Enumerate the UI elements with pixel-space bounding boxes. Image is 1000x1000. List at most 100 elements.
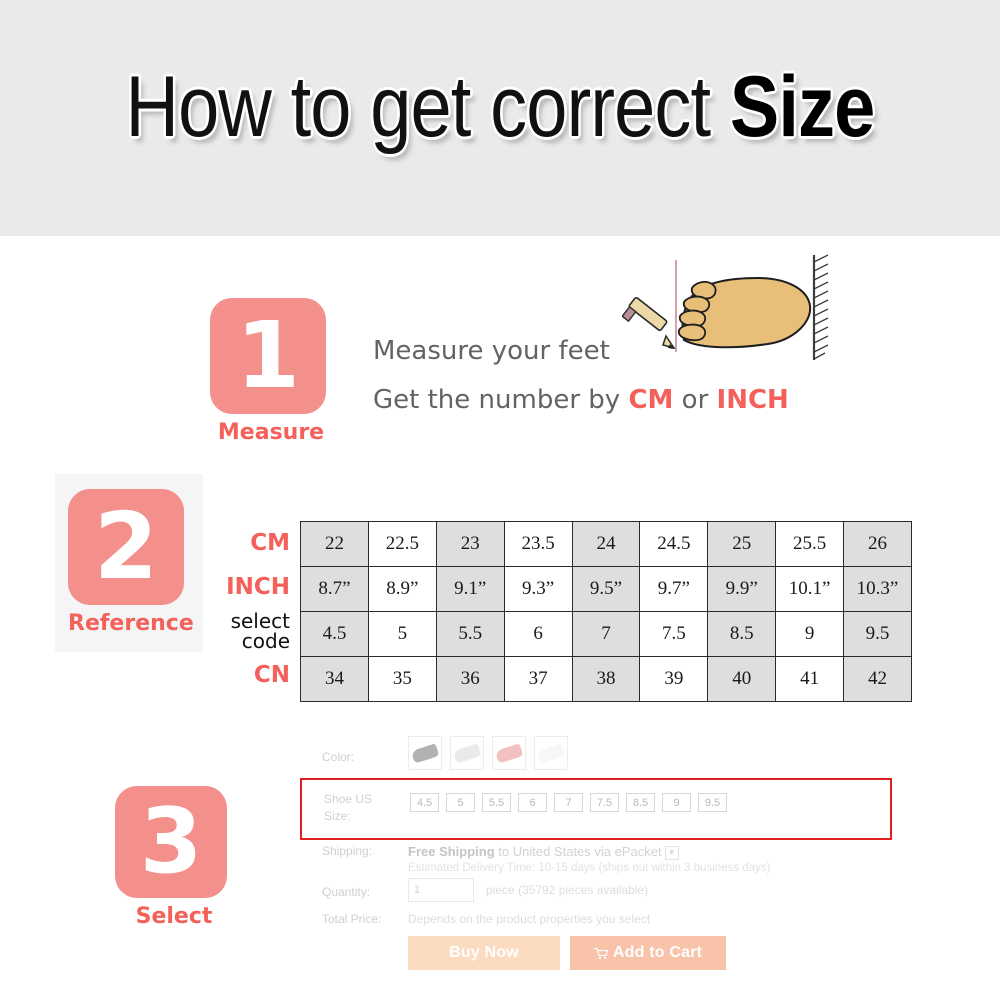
table-cell: 10.1” xyxy=(775,566,844,612)
shoe-size-option[interactable]: 5 xyxy=(446,793,475,812)
table-cell: 7.5 xyxy=(639,611,709,657)
quantity-input[interactable]: 1 xyxy=(408,878,474,902)
color-row: Color: xyxy=(300,736,912,778)
table-cell: 9.9” xyxy=(707,566,777,612)
table-cell: 8.5 xyxy=(707,611,777,657)
color-swatch[interactable] xyxy=(408,736,442,770)
step-3-badge: 3 Select xyxy=(115,786,233,929)
color-swatch[interactable] xyxy=(492,736,526,770)
chevron-down-icon[interactable]: ▼ xyxy=(664,845,679,860)
table-cell: 10.3” xyxy=(843,566,912,612)
step-2-number: 2 xyxy=(68,489,184,605)
cart-icon xyxy=(593,947,609,959)
total-price-value: Depends on the product properties you se… xyxy=(408,912,651,926)
quantity-row: Quantity: 1 piece (35792 pieces availabl… xyxy=(300,878,912,910)
buy-now-button[interactable]: Buy Now xyxy=(408,936,560,970)
color-label: Color: xyxy=(322,750,355,764)
row-label-cn: CN xyxy=(253,662,290,688)
table-cell: 38 xyxy=(571,656,641,702)
row-label-cm: CM xyxy=(250,530,290,556)
table-cell: 26 xyxy=(843,521,912,567)
color-swatch-list[interactable] xyxy=(408,736,568,770)
shoe-thumbnail-icon xyxy=(536,742,566,764)
shoe-us-size-label: Shoe US Size: xyxy=(324,791,372,825)
step-2-caption: Reference xyxy=(68,611,194,636)
table-row: 22 22.5 23 23.5 24 24.5 25 25.5 26 xyxy=(300,521,912,567)
table-cell: 22 xyxy=(300,521,369,567)
page-title-prefix: How to get correct xyxy=(125,59,730,155)
color-swatch[interactable] xyxy=(534,736,568,770)
row-label-inch: INCH xyxy=(226,574,290,600)
quantity-availability-note: piece (35792 pieces available) xyxy=(486,883,649,897)
table-cell: 35 xyxy=(367,656,437,702)
shoe-us-size-row: Shoe US Size: 4.5 5 5.5 6 7 7.5 8.5 9 9.5 xyxy=(300,778,892,840)
table-cell: 5 xyxy=(367,611,437,657)
table-row: 8.7” 8.9” 9.1” 9.3” 9.5” 9.7” 9.9” 10.1” 10.3” xyxy=(300,566,912,612)
shoe-size-option[interactable]: 7 xyxy=(554,793,583,812)
shoe-us-size-options[interactable]: 4.5 5 5.5 6 7 7.5 8.5 9 9.5 xyxy=(410,793,727,812)
quantity-label: Quantity: xyxy=(322,885,371,899)
table-cell: 9 xyxy=(775,611,844,657)
table-row: 4.5 5 5.5 6 7 7.5 8.5 9 9.5 xyxy=(300,611,912,657)
table-cell: 8.7” xyxy=(300,566,369,612)
unit-inch-label: INCH xyxy=(716,385,789,415)
add-to-cart-label: Add to Cart xyxy=(612,944,703,961)
table-cell: 24.5 xyxy=(639,521,709,567)
size-table-row-labels: CM INCH select code CN xyxy=(180,521,290,697)
step-1-line-2-prefix: Get the number by xyxy=(373,385,629,415)
shipping-estimate: Estimated Delivery Time: 10-15 days (shi… xyxy=(408,862,771,874)
shoe-size-option[interactable]: 7.5 xyxy=(590,793,619,812)
table-cell: 8.9” xyxy=(367,566,437,612)
size-table: 22 22.5 23 23.5 24 24.5 25 25.5 26 8.7” 8.9” 9.1” 9.… xyxy=(300,521,912,702)
product-order-form: Color: Shoe US Size: 4.5 5 5.5 6 7 7.5 8.5 9 9.5… xyxy=(300,730,912,980)
shipping-destination: to United States via ePacket xyxy=(494,844,662,859)
table-row: 34 35 36 37 38 39 40 41 42 xyxy=(300,656,912,702)
table-cell: 9.5” xyxy=(571,566,641,612)
table-cell: 37 xyxy=(503,656,573,702)
unit-cm-label: CM xyxy=(628,385,674,415)
table-cell: 6 xyxy=(503,611,573,657)
shoe-size-option[interactable]: 6 xyxy=(518,793,547,812)
table-cell: 40 xyxy=(707,656,777,702)
step-2-badge: 2 Reference xyxy=(68,489,194,636)
table-cell: 9.3” xyxy=(503,566,573,612)
shipping-label: Shipping: xyxy=(322,844,373,858)
free-shipping-text: Free Shipping xyxy=(408,844,495,859)
step-1-line-2: Get the number by CM or INCH xyxy=(373,376,789,425)
shoe-size-option[interactable]: 8.5 xyxy=(626,793,655,812)
foot-measuring-illustration xyxy=(622,254,829,360)
shipping-method: Free Shipping to United States via ePack… xyxy=(408,844,679,860)
shoe-size-option[interactable]: 5.5 xyxy=(482,793,511,812)
table-cell: 5.5 xyxy=(435,611,505,657)
step-1-caption: Measure xyxy=(217,420,325,445)
total-price-row: Total Price: Depends on the product prop… xyxy=(300,910,912,936)
shoe-us-size-label-line1: Shoe US xyxy=(324,792,373,806)
color-swatch[interactable] xyxy=(450,736,484,770)
shoe-thumbnail-icon xyxy=(410,742,440,764)
add-to-cart-button[interactable]: Add to Cart xyxy=(570,936,726,970)
table-cell: 4.5 xyxy=(300,611,369,657)
step-1-badge: 1 Measure xyxy=(210,298,332,445)
shoe-size-option[interactable]: 4.5 xyxy=(410,793,439,812)
shoe-us-size-label-line2: Size: xyxy=(324,809,351,823)
total-price-label: Total Price: xyxy=(322,912,382,926)
table-cell: 9.5 xyxy=(843,611,912,657)
order-buttons: Buy Now Add to Cart xyxy=(408,936,726,970)
table-cell: 22.5 xyxy=(367,521,437,567)
toe-icon xyxy=(682,295,711,314)
step-3-number: 3 xyxy=(115,786,227,898)
table-cell: 23 xyxy=(435,521,505,567)
size-table-body: 22 22.5 23 23.5 24 24.5 25 25.5 26 8.7” 8.9” 9.1” 9.… xyxy=(300,521,912,702)
step-3-caption: Select xyxy=(135,904,213,929)
step-1-number: 1 xyxy=(210,298,326,414)
shoe-size-option[interactable]: 9 xyxy=(662,793,691,812)
table-cell: 42 xyxy=(843,656,912,702)
shoe-thumbnail-icon xyxy=(452,742,482,764)
shoe-size-option[interactable]: 9.5 xyxy=(698,793,727,812)
page-title-strong: Size xyxy=(729,59,875,155)
page-title: How to get correct Size xyxy=(70,64,930,150)
table-cell: 9.7” xyxy=(639,566,709,612)
toe-icon xyxy=(678,323,707,342)
step-1-line-2-mid: or xyxy=(673,385,717,415)
table-cell: 23.5 xyxy=(503,521,573,567)
